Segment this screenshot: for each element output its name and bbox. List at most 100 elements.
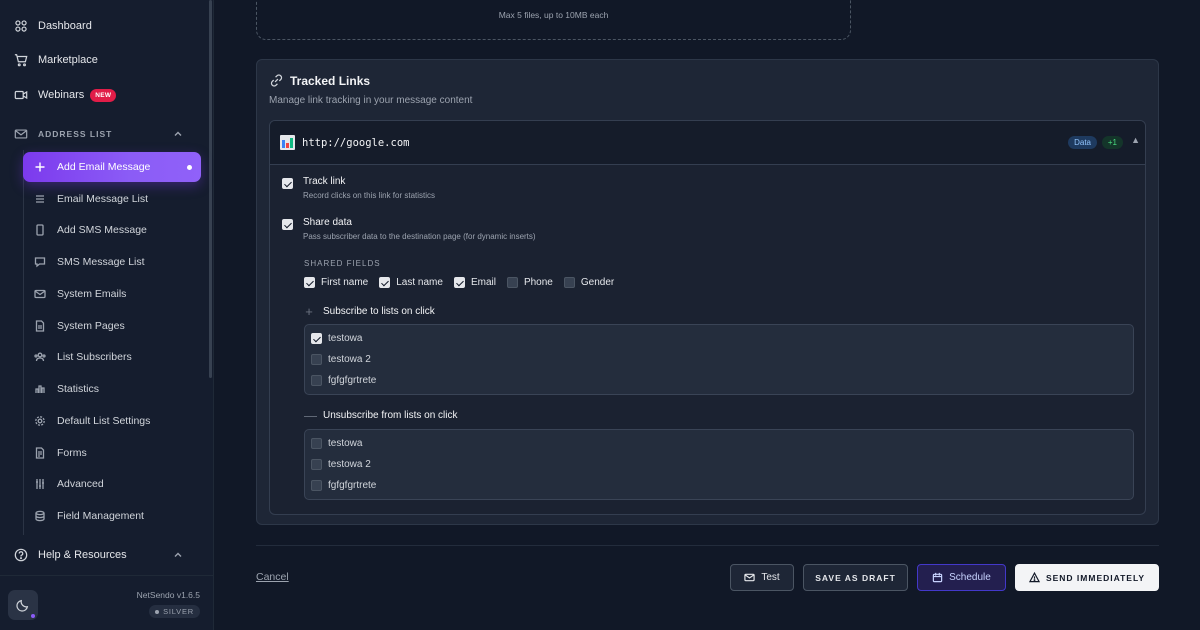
file-dropzone[interactable]: Max 5 files, up to 10MB each (256, 0, 851, 40)
section-help-resources[interactable]: Help & Resources (14, 545, 194, 565)
field-first-name[interactable]: First name (304, 277, 368, 288)
subscribe-lists-heading: + Subscribe to lists on click (304, 304, 435, 319)
list-icon (36, 195, 44, 203)
sidebar-item-list-subscribers[interactable]: List Subscribers (34, 347, 132, 367)
sidebar-item-label: Forms (57, 447, 87, 459)
subscribe-list-item[interactable]: testowa 2 (311, 354, 371, 365)
field-label: Last name (396, 277, 443, 288)
option-title: Track link (303, 176, 346, 187)
checkbox[interactable] (506, 277, 518, 288)
bar-chart-icon (280, 135, 295, 150)
unsubscribe-lists-heading: — Unsubscribe from lists on click (304, 408, 457, 423)
shared-fields-label: SHARED FIELDS (304, 259, 381, 268)
unsubscribe-list-item[interactable]: testowa (311, 438, 362, 449)
sidebar-item-system-pages[interactable]: System Pages (34, 316, 125, 336)
page-icon (35, 320, 45, 332)
collapse-toggle[interactable]: ▲ (1131, 135, 1140, 145)
heading-label: Unsubscribe from lists on click (323, 410, 458, 421)
sidebar-item-label: List Subscribers (57, 351, 132, 363)
sidebar-item-label: Statistics (57, 383, 100, 395)
field-label: Phone (523, 277, 553, 288)
test-button[interactable]: Test (730, 564, 794, 591)
video-icon (14, 90, 28, 100)
checkbox[interactable] (311, 354, 322, 365)
nav-item-label: Marketplace (38, 54, 98, 66)
checkbox[interactable] (311, 375, 322, 386)
track-link-checkbox[interactable] (282, 178, 293, 189)
checkbox[interactable] (311, 333, 322, 344)
nav-item-label: Dashboard (38, 20, 92, 32)
plan-label: SILVER (163, 607, 194, 616)
sidebar-item-email-message-list[interactable]: Email Message List (34, 189, 148, 209)
button-label: SAVE AS DRAFT (815, 572, 896, 583)
checkbox[interactable] (311, 438, 322, 449)
sidebar-scrollbar[interactable] (209, 0, 212, 378)
schedule-button[interactable]: Schedule (917, 564, 1006, 591)
button-label: Schedule (949, 572, 991, 583)
checkbox[interactable] (563, 277, 575, 288)
sidebar-item-label: Field Management (57, 510, 144, 522)
plan-dot (155, 609, 160, 614)
nav-item-marketplace[interactable]: Marketplace (14, 50, 98, 70)
nav-item-webinars[interactable]: Webinars NEW (14, 85, 117, 105)
checkbox[interactable] (379, 277, 391, 288)
link-icon (270, 74, 283, 87)
sidebar-item-statistics[interactable]: Statistics (34, 379, 99, 399)
cancel-link[interactable]: Cancel (256, 571, 289, 583)
field-email[interactable]: Email (453, 277, 496, 288)
option-title: Share data (303, 217, 352, 228)
checkbox[interactable] (311, 459, 322, 470)
checkbox[interactable] (304, 277, 315, 288)
tracked-link-header[interactable]: http://google.com Data +1 ▲ (270, 121, 1145, 165)
data-tag: Data (1068, 136, 1097, 149)
sidebar-item-sms-message-list[interactable]: SMS Message List (34, 252, 145, 272)
send-immediately-button[interactable]: SEND IMMEDIATELY (1015, 564, 1159, 591)
sidebar-item-default-list-settings[interactable]: Default List Settings (34, 411, 150, 431)
subscribe-lists-box: testowa testowa 2 fgfgfgrtrete (304, 324, 1134, 395)
sidebar-item-advanced[interactable]: Advanced (34, 474, 104, 494)
field-last-name[interactable]: Last name (379, 277, 443, 288)
list-label: fgfgfgrtrete (328, 480, 377, 491)
sidebar-item-label: SMS Message List (57, 256, 145, 268)
unsubscribe-list-item[interactable]: testowa 2 (311, 459, 371, 470)
sidebar-item-forms[interactable]: Forms (34, 443, 87, 463)
grid-icon (15, 20, 27, 32)
button-label: Test (761, 572, 780, 583)
database-icon (35, 510, 45, 522)
theme-toggle-button[interactable] (8, 590, 38, 620)
chart-icon (35, 385, 45, 393)
moon-icon (16, 599, 29, 612)
list-label: testowa (328, 333, 363, 344)
sidebar-item-label: Add SMS Message (57, 224, 147, 236)
chevron-up-icon (174, 131, 182, 136)
app-version: NetSendo v1.6.5 (136, 590, 200, 600)
checkbox[interactable] (311, 480, 322, 491)
unsubscribe-list-item[interactable]: fgfgfgrtrete (311, 480, 376, 491)
checkbox[interactable] (453, 277, 465, 288)
subscribe-list-item[interactable]: testowa (311, 333, 362, 344)
subscribe-list-item[interactable]: fgfgfgrtrete (311, 375, 376, 386)
sidebar-item-add-email-message[interactable]: Add Email Message (23, 152, 201, 182)
field-gender[interactable]: Gender (563, 277, 615, 288)
plan-badge: SILVER (149, 605, 200, 618)
section-address-list[interactable]: ADDRESS LIST (14, 124, 194, 144)
submenu-line (23, 150, 24, 535)
list-label: testowa 2 (328, 354, 371, 365)
sidebar-item-field-management[interactable]: Field Management (34, 506, 144, 526)
field-phone[interactable]: Phone (506, 277, 553, 288)
sidebar-footer-divider (0, 575, 213, 576)
upload-hint: Max 5 files, up to 10MB each (498, 10, 609, 20)
field-label: Gender (580, 277, 615, 288)
sliders-icon (36, 479, 44, 489)
nav-item-dashboard[interactable]: Dashboard (14, 16, 92, 36)
save-draft-button[interactable]: SAVE AS DRAFT (803, 564, 908, 591)
envelope-icon (744, 573, 756, 582)
card-title: Tracked Links (269, 73, 370, 88)
option-desc: Record clicks on this link for statistic… (303, 191, 436, 200)
chevron-up-icon (174, 552, 182, 557)
share-data-checkbox[interactable] (282, 219, 293, 230)
sidebar-item-system-emails[interactable]: System Emails (34, 284, 126, 304)
sidebar-item-add-sms-message[interactable]: Add SMS Message (34, 220, 147, 240)
phone-icon (36, 224, 44, 236)
gear-icon (35, 416, 45, 426)
